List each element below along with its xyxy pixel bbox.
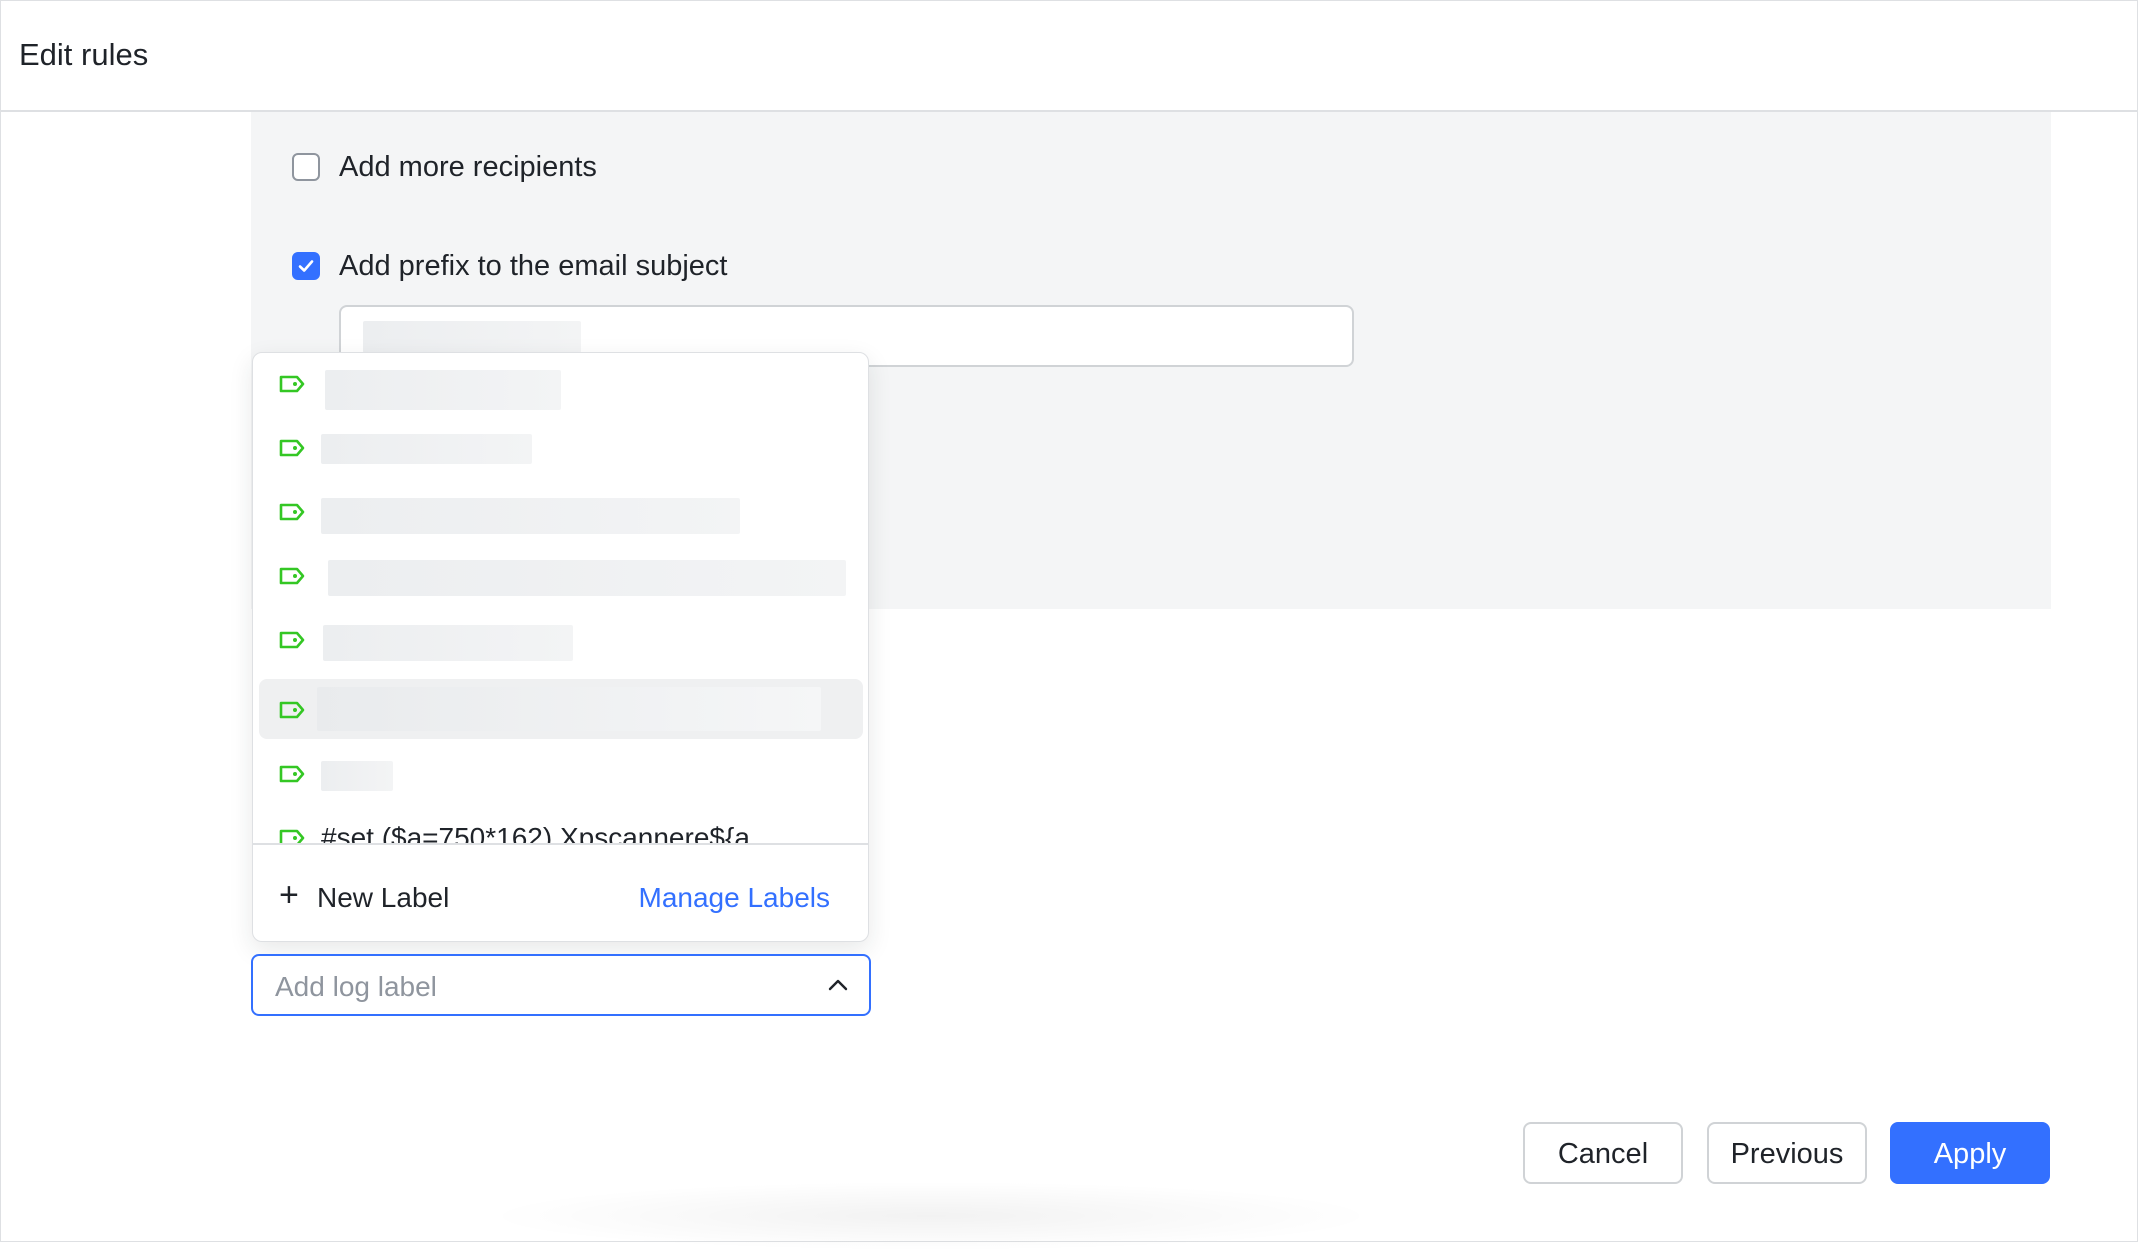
- log-label-placeholder: Add log label: [275, 971, 437, 1002]
- plus-icon: +: [279, 876, 299, 914]
- label-option-text: #set ($a=750*162) Xpscannere${a: [321, 822, 750, 843]
- tag-icon: [279, 439, 305, 457]
- redacted-label-text: [321, 434, 532, 464]
- label-option[interactable]: [259, 545, 863, 605]
- add-more-recipients-checkbox[interactable]: [292, 153, 320, 181]
- add-more-recipients-label[interactable]: Add more recipients: [339, 151, 597, 184]
- label-option[interactable]: #set ($a=750*162) Xpscannere${a: [259, 807, 863, 843]
- tag-icon: [279, 631, 305, 649]
- add-prefix-label[interactable]: Add prefix to the email subject: [339, 250, 727, 283]
- dialog-title: Edit rules: [19, 37, 149, 72]
- redacted-prefix-value: [363, 321, 581, 353]
- label-option[interactable]: [259, 353, 863, 413]
- log-label-select[interactable]: Add log label: [251, 954, 871, 1016]
- manage-labels-link[interactable]: Manage Labels: [639, 882, 830, 914]
- chevron-up-icon: [828, 979, 848, 991]
- new-label-text: New Label: [317, 882, 450, 913]
- redacted-label-text: [317, 687, 821, 731]
- apply-button[interactable]: Apply: [1890, 1122, 2050, 1184]
- label-option-hovered[interactable]: [259, 679, 863, 739]
- cancel-button[interactable]: Cancel: [1523, 1122, 1683, 1184]
- previous-button[interactable]: Previous: [1707, 1122, 1867, 1184]
- add-prefix-checkbox[interactable]: [292, 252, 320, 280]
- edit-rules-dialog: Edit rules Add more recipients Add prefi…: [0, 0, 2138, 1251]
- redacted-label-text: [325, 370, 561, 410]
- tag-icon: [279, 701, 305, 719]
- tag-icon: [279, 765, 305, 783]
- tag-icon: [279, 567, 305, 585]
- redacted-label-text: [321, 761, 393, 791]
- dialog-header: Edit rules: [1, 1, 2137, 112]
- tag-icon: [279, 375, 305, 393]
- redacted-label-text: [328, 560, 846, 596]
- tag-icon: [279, 503, 305, 521]
- redacted-label-text: [321, 498, 740, 534]
- label-option[interactable]: [259, 417, 863, 477]
- label-option[interactable]: [259, 481, 863, 541]
- checkmark-icon: [298, 260, 314, 272]
- label-option[interactable]: [259, 609, 863, 669]
- redacted-label-text: [323, 625, 573, 661]
- label-dropdown: #set ($a=750*162) Xpscannere${a + New La…: [252, 352, 869, 942]
- tag-icon: [279, 829, 305, 843]
- dropdown-footer: + New Label Manage Labels: [253, 843, 868, 941]
- label-option[interactable]: [259, 743, 863, 803]
- bottom-shadow: [481, 1181, 1381, 1251]
- label-list[interactable]: #set ($a=750*162) Xpscannere${a: [253, 353, 868, 843]
